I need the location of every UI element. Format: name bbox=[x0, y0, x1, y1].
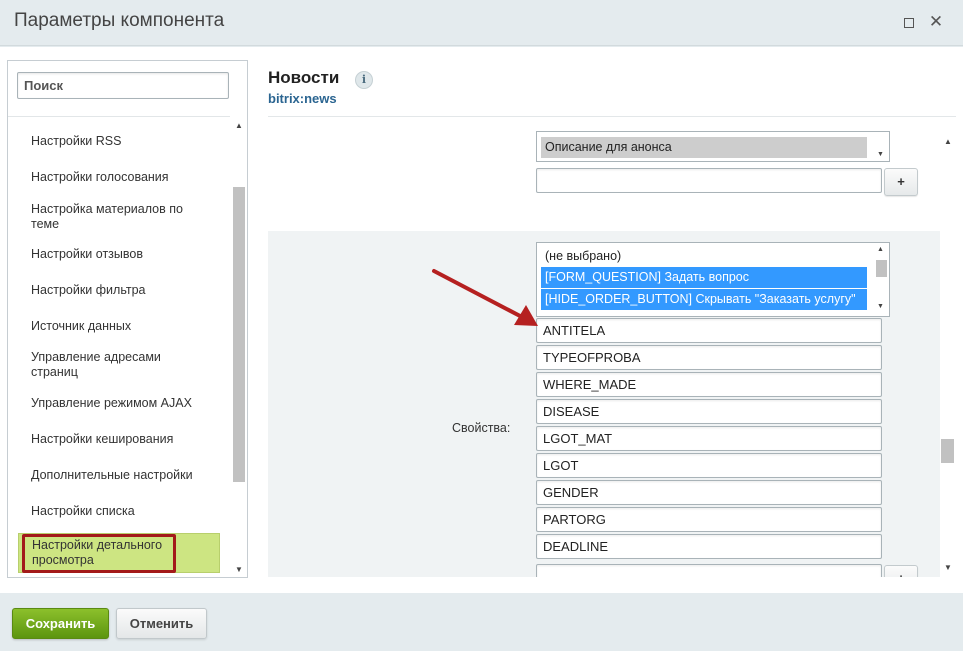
info-icon[interactable]: i bbox=[355, 71, 373, 89]
scroll-up-icon[interactable]: ▲ bbox=[944, 137, 952, 146]
scroll-down-icon[interactable]: ▼ bbox=[877, 303, 884, 310]
params-area: Описание для анонса ▼ + (не выбрано) [FO… bbox=[268, 131, 940, 577]
add-property-button[interactable]: + bbox=[884, 565, 918, 577]
sidebar-item-related[interactable]: Настройка материалов по теме bbox=[18, 202, 220, 232]
sidebar-list: Настройки RSS Настройки голосования Наст… bbox=[8, 116, 230, 577]
select-option[interactable]: Описание для анонса bbox=[541, 137, 867, 158]
window-titlebar: Параметры компонента ✕ bbox=[0, 0, 963, 46]
add-field-button[interactable]: + bbox=[884, 168, 918, 196]
properties-label: Свойства: bbox=[452, 421, 511, 435]
sidebar-item-rss[interactable]: Настройки RSS bbox=[18, 134, 220, 149]
scroll-up-icon[interactable]: ▲ bbox=[235, 122, 243, 130]
sidebar-item-voting[interactable]: Настройки голосования bbox=[18, 170, 220, 185]
scroll-down-icon[interactable]: ▼ bbox=[877, 151, 884, 158]
sidebar-item-urls[interactable]: Управление адресами страниц bbox=[18, 350, 220, 380]
save-button[interactable]: Сохранить bbox=[12, 608, 109, 639]
close-icon[interactable]: ✕ bbox=[928, 13, 944, 30]
sidebar: Настройки RSS Настройки голосования Наст… bbox=[7, 60, 248, 578]
sidebar-item-filter[interactable]: Настройки фильтра bbox=[18, 283, 220, 298]
main-scrollbar[interactable]: ▲ ▼ bbox=[940, 131, 955, 577]
sidebar-item-datasource[interactable]: Источник данных bbox=[18, 319, 220, 334]
component-code: bitrix:news bbox=[268, 91, 337, 106]
select-option[interactable]: [FORM_QUESTION] Задать вопрос bbox=[541, 267, 867, 288]
sidebar-item-list[interactable]: Настройки списка bbox=[18, 504, 220, 519]
scrollbar-thumb[interactable] bbox=[941, 439, 954, 463]
properties-select[interactable]: (не выбрано) [FORM_QUESTION] Задать вопр… bbox=[536, 242, 890, 317]
property-input[interactable]: WHERE_MADE bbox=[536, 372, 882, 397]
sidebar-item-additional[interactable]: Дополнительные настройки bbox=[18, 468, 220, 483]
scrollbar-thumb[interactable] bbox=[876, 260, 887, 277]
dialog-content: Настройки RSS Настройки голосования Наст… bbox=[0, 47, 963, 593]
listbox-scrollbar[interactable]: ▲ ▼ bbox=[875, 244, 888, 315]
param-row-preview: Описание для анонса ▼ + bbox=[268, 131, 940, 231]
param-row-properties: (не выбрано) [FORM_QUESTION] Задать вопр… bbox=[268, 231, 940, 577]
scroll-up-icon[interactable]: ▲ bbox=[877, 246, 884, 253]
scroll-down-icon[interactable]: ▼ bbox=[944, 563, 952, 572]
cancel-button[interactable]: Отменить bbox=[116, 608, 207, 639]
sidebar-item-reviews[interactable]: Настройки отзывов bbox=[18, 247, 220, 262]
sidebar-item-detail[interactable]: Настройки детального просмотра bbox=[18, 533, 220, 573]
scroll-down-icon[interactable]: ▼ bbox=[235, 566, 243, 574]
divider bbox=[268, 116, 956, 117]
sidebar-item-ajax[interactable]: Управление режимом AJAX bbox=[18, 396, 220, 411]
maximize-icon[interactable] bbox=[900, 14, 916, 30]
preview-field-input[interactable] bbox=[536, 168, 882, 193]
select-option[interactable]: (не выбрано) bbox=[541, 246, 867, 267]
property-input[interactable] bbox=[536, 564, 882, 577]
property-input[interactable]: PARTORG bbox=[536, 507, 882, 532]
page-title: Новости bbox=[268, 68, 340, 87]
dialog-footer: Сохранить Отменить bbox=[0, 593, 963, 651]
scrollbar-thumb[interactable] bbox=[233, 187, 245, 482]
sidebar-item-cache[interactable]: Настройки кеширования bbox=[18, 432, 220, 447]
property-input[interactable]: LGOT_MAT bbox=[536, 426, 882, 451]
property-input[interactable]: GENDER bbox=[536, 480, 882, 505]
preview-fields-select[interactable]: Описание для анонса ▼ bbox=[536, 131, 890, 162]
property-input[interactable]: DEADLINE bbox=[536, 534, 882, 559]
property-input[interactable]: LGOT bbox=[536, 453, 882, 478]
select-option[interactable]: [HIDE_ORDER_BUTTON] Скрывать "Заказать у… bbox=[541, 289, 867, 310]
property-input[interactable]: DISEASE bbox=[536, 399, 882, 424]
listbox-scrollbar[interactable]: ▼ bbox=[875, 133, 888, 160]
property-input[interactable]: TYPEOFPROBA bbox=[536, 345, 882, 370]
window-title: Параметры компонента bbox=[14, 10, 225, 31]
sidebar-scrollbar[interactable]: ▲ ▼ bbox=[232, 116, 246, 577]
search-input[interactable] bbox=[17, 72, 229, 99]
property-input[interactable]: ANTITELA bbox=[536, 318, 882, 343]
